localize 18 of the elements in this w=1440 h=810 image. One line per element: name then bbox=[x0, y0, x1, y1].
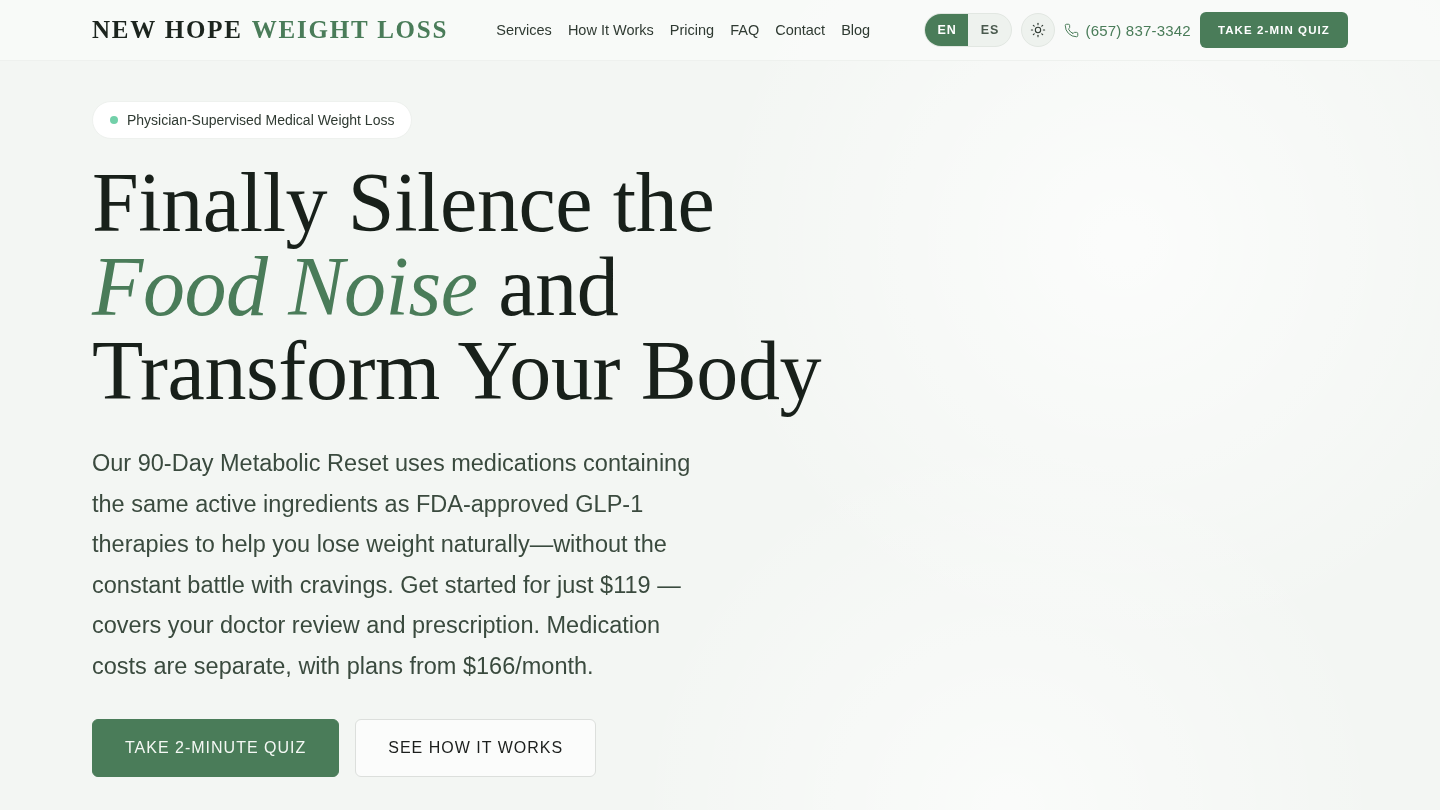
nav-link[interactable]: Contact bbox=[775, 22, 826, 38]
logo[interactable]: NEW HOPE WEIGHT LOSS bbox=[92, 16, 449, 44]
phone-icon bbox=[1064, 22, 1080, 38]
nav-link[interactable]: Services bbox=[496, 22, 552, 38]
language-option[interactable]: ES bbox=[968, 14, 1012, 46]
badge-text: Physician-Supervised Medical Weight Loss bbox=[127, 112, 395, 128]
nav-link[interactable]: FAQ bbox=[730, 22, 760, 38]
theme-toggle[interactable] bbox=[1021, 13, 1056, 47]
language-option[interactable]: EN bbox=[925, 14, 969, 46]
nav-link[interactable]: How It Works bbox=[567, 22, 654, 38]
quiz-button[interactable]: TAKE 2-MINUTE QUIZ bbox=[92, 718, 340, 777]
nav-link[interactable]: Pricing bbox=[669, 22, 715, 38]
how-it-works-button[interactable]: SEE HOW IT WORKS bbox=[355, 718, 597, 777]
quiz-button[interactable]: TAKE 2-MIN QUIZ bbox=[1199, 12, 1348, 48]
nav-link[interactable]: Blog bbox=[841, 22, 871, 38]
phone-link[interactable]: (657) 837-3342 bbox=[1064, 21, 1191, 39]
sun-icon bbox=[1030, 22, 1047, 38]
description: Our 90-Day Metabolic Reset uses medications containing the same active ingredients as FDA-approved GLP-1 therapies to help you lose weight naturally—without the constant battle with cravings. Get started for just $119 — covers your doctor review and prescription. Medication costs are separate, with plans from $166/month. bbox=[92, 449, 692, 681]
